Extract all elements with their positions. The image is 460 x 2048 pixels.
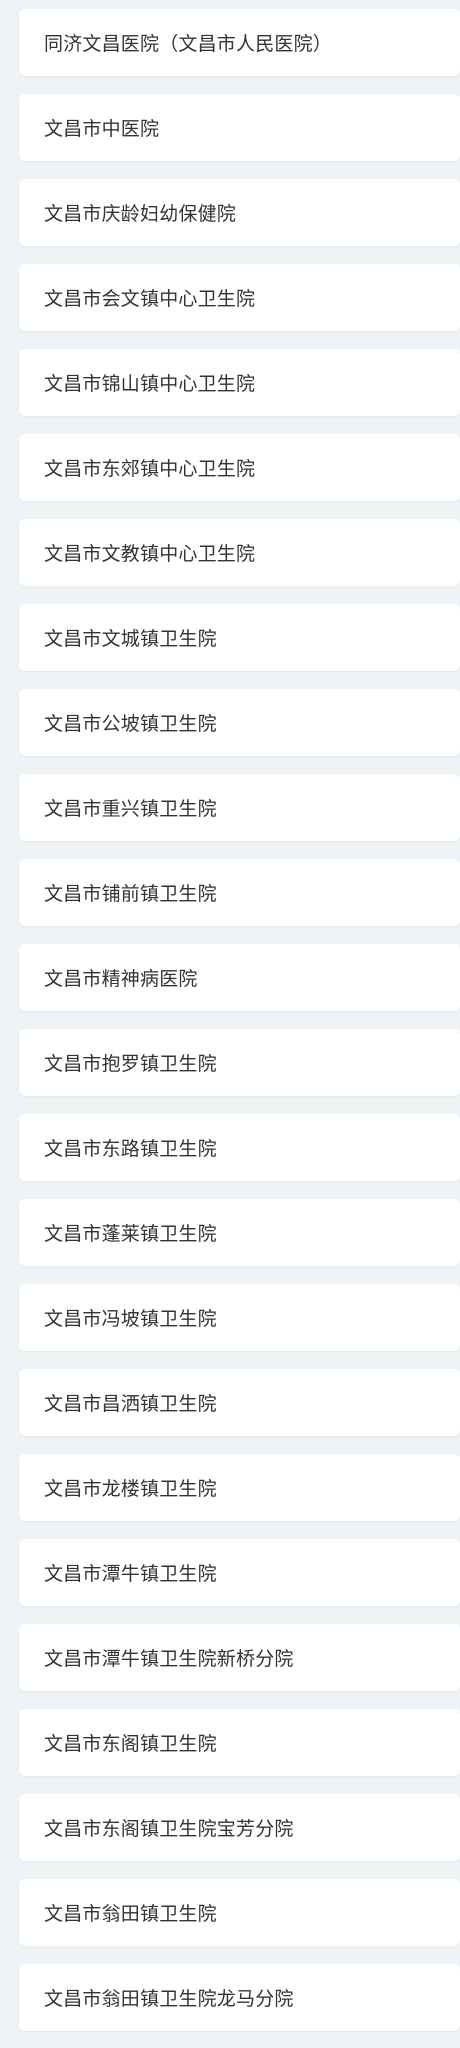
hospital-name: 文昌市文教镇中心卫生院	[44, 543, 256, 565]
list-item[interactable]: 文昌市东阁镇卫生院宝芳分院	[19, 1794, 460, 1861]
hospital-name: 文昌市潭牛镇卫生院	[44, 1563, 217, 1585]
list-item[interactable]: 文昌市龙楼镇卫生院	[19, 1454, 460, 1521]
list-item[interactable]: 文昌市中医院	[19, 94, 460, 161]
list-item[interactable]: 文昌市昌洒镇卫生院	[19, 1369, 460, 1436]
hospital-name: 文昌市锦山镇中心卫生院	[44, 373, 256, 395]
hospital-name: 文昌市重兴镇卫生院	[44, 798, 217, 820]
list-item[interactable]: 文昌市锦山镇中心卫生院	[19, 349, 460, 416]
hospital-name: 文昌市蓬莱镇卫生院	[44, 1223, 217, 1245]
list-item[interactable]: 文昌市重兴镇卫生院	[19, 774, 460, 841]
hospital-name: 文昌市东阁镇卫生院宝芳分院	[44, 1818, 294, 1840]
hospital-name: 文昌市冯坡镇卫生院	[44, 1308, 217, 1330]
hospital-name: 文昌市抱罗镇卫生院	[44, 1053, 217, 1075]
hospital-name: 同济文昌医院（文昌市人民医院）	[44, 33, 333, 55]
hospital-name: 文昌市东阁镇卫生院	[44, 1733, 217, 1755]
list-item[interactable]: 文昌市潭牛镇卫生院新桥分院	[19, 1624, 460, 1691]
list-item[interactable]: 文昌市东郊镇中心卫生院	[19, 434, 460, 501]
hospital-name: 文昌市翁田镇卫生院	[44, 1903, 217, 1925]
list-item[interactable]: 文昌市精神病医院	[19, 944, 460, 1011]
hospital-name: 文昌市龙楼镇卫生院	[44, 1478, 217, 1500]
hospital-name: 文昌市潭牛镇卫生院新桥分院	[44, 1648, 294, 1670]
list-item[interactable]: 文昌市翁田镇卫生院龙马分院	[19, 1964, 460, 2031]
hospital-name: 文昌市铺前镇卫生院	[44, 883, 217, 905]
list-item[interactable]: 文昌市冯坡镇卫生院	[19, 1284, 460, 1351]
hospital-name: 文昌市精神病医院	[44, 968, 198, 990]
list-item[interactable]: 文昌市铺前镇卫生院	[19, 859, 460, 926]
list-item[interactable]: 文昌市东阁镇卫生院	[19, 1709, 460, 1776]
hospital-list: 同济文昌医院（文昌市人民医院） 文昌市中医院 文昌市庆龄妇幼保健院 文昌市会文镇…	[0, 0, 460, 2048]
list-item[interactable]: 同济文昌医院（文昌市人民医院）	[19, 9, 460, 76]
list-item[interactable]: 文昌市公坡镇卫生院	[19, 689, 460, 756]
list-item[interactable]: 文昌市翁田镇卫生院	[19, 1879, 460, 1946]
hospital-name: 文昌市文城镇卫生院	[44, 628, 217, 650]
hospital-name: 文昌市东路镇卫生院	[44, 1138, 217, 1160]
list-item[interactable]: 文昌市东路镇卫生院	[19, 1114, 460, 1181]
list-item[interactable]: 文昌市蓬莱镇卫生院	[19, 1199, 460, 1266]
list-item[interactable]: 文昌市潭牛镇卫生院	[19, 1539, 460, 1606]
hospital-name: 文昌市公坡镇卫生院	[44, 713, 217, 735]
hospital-name: 文昌市东郊镇中心卫生院	[44, 458, 256, 480]
list-item[interactable]: 文昌市会文镇中心卫生院	[19, 264, 460, 331]
list-item[interactable]: 文昌市文教镇中心卫生院	[19, 519, 460, 586]
list-item[interactable]: 文昌市抱罗镇卫生院	[19, 1029, 460, 1096]
hospital-name: 文昌市中医院	[44, 118, 160, 140]
list-item[interactable]: 文昌市文城镇卫生院	[19, 604, 460, 671]
list-item[interactable]: 文昌市庆龄妇幼保健院	[19, 179, 460, 246]
hospital-name: 文昌市翁田镇卫生院龙马分院	[44, 1988, 294, 2010]
hospital-name: 文昌市会文镇中心卫生院	[44, 288, 256, 310]
hospital-name: 文昌市昌洒镇卫生院	[44, 1393, 217, 1415]
hospital-name: 文昌市庆龄妇幼保健院	[44, 203, 237, 225]
